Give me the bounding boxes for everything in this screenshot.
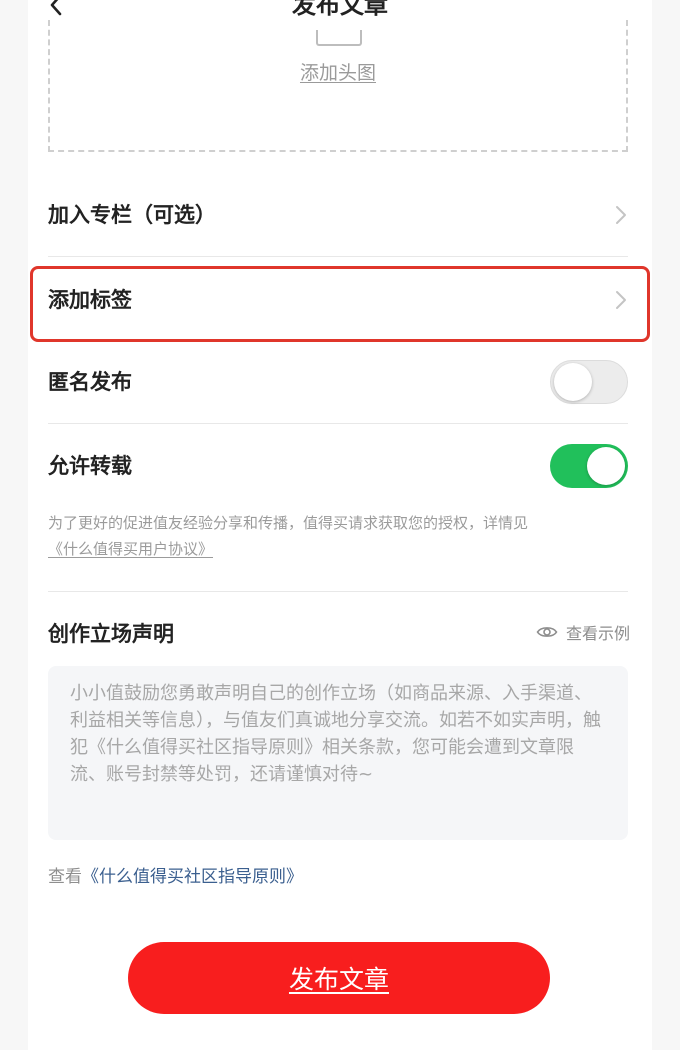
join-column-row[interactable]: 加入专栏（可选） [48, 175, 628, 255]
anonymous-publish-row: 匿名发布 [48, 342, 628, 422]
image-upload-icon [316, 30, 362, 46]
toggle-knob [587, 447, 625, 485]
allow-repost-row: 允许转载 [48, 426, 628, 506]
view-example-label: 查看示例 [565, 624, 630, 643]
tags-highlight-frame [30, 266, 650, 342]
chevron-right-icon [616, 206, 626, 224]
divider [48, 591, 628, 592]
divider [48, 256, 628, 257]
page-title: 发布文章 [292, 0, 388, 19]
right-gutter [652, 0, 680, 1050]
add-cover-label[interactable]: 添加头图 [50, 58, 626, 85]
statement-title: 创作立场声明 [48, 622, 174, 646]
allow-repost-toggle[interactable] [550, 444, 628, 488]
statement-placeholder: 小小值鼓励您勇敢声明自己的创作立场（如商品来源、入手渠道、利益相关等信息），与值… [70, 683, 601, 785]
statement-input[interactable]: 小小值鼓励您勇敢声明自己的创作立场（如商品来源、入手渠道、利益相关等信息），与值… [48, 666, 628, 840]
repost-note: 为了更好的促进值友经验分享和传播，值得买请求获取您的授权，详情见 《什么值得买用… [48, 510, 628, 562]
join-column-label: 加入专栏（可选） [48, 203, 216, 227]
guide-prefix: 查看 [48, 867, 82, 887]
divider [48, 423, 628, 424]
eye-icon [536, 627, 558, 637]
allow-repost-label: 允许转载 [48, 454, 132, 478]
publish-button[interactable]: 发布文章 [128, 942, 550, 1014]
community-guide-line: 查看《什么值得买社区指导原则》 [48, 862, 303, 887]
view-example-button[interactable]: 查看示例 [536, 620, 630, 644]
anonymous-toggle[interactable] [550, 360, 628, 404]
cover-upload-area[interactable]: 添加头图 [48, 20, 628, 152]
publish-article-page: 发布文章 添加头图 加入专栏（可选） 添加标签 匿名发布 允许转载 为了更好的促… [28, 0, 652, 1050]
anonymous-publish-label: 匿名发布 [48, 370, 132, 394]
community-guide-link[interactable]: 《什么值得买社区指导原则》 [82, 867, 303, 887]
toggle-knob [554, 363, 592, 401]
left-gutter [0, 0, 28, 1050]
user-agreement-link[interactable]: 《什么值得买用户协议》 [48, 540, 213, 558]
repost-note-text: 为了更好的促进值友经验分享和传播，值得买请求获取您的授权，详情见 [48, 514, 529, 532]
